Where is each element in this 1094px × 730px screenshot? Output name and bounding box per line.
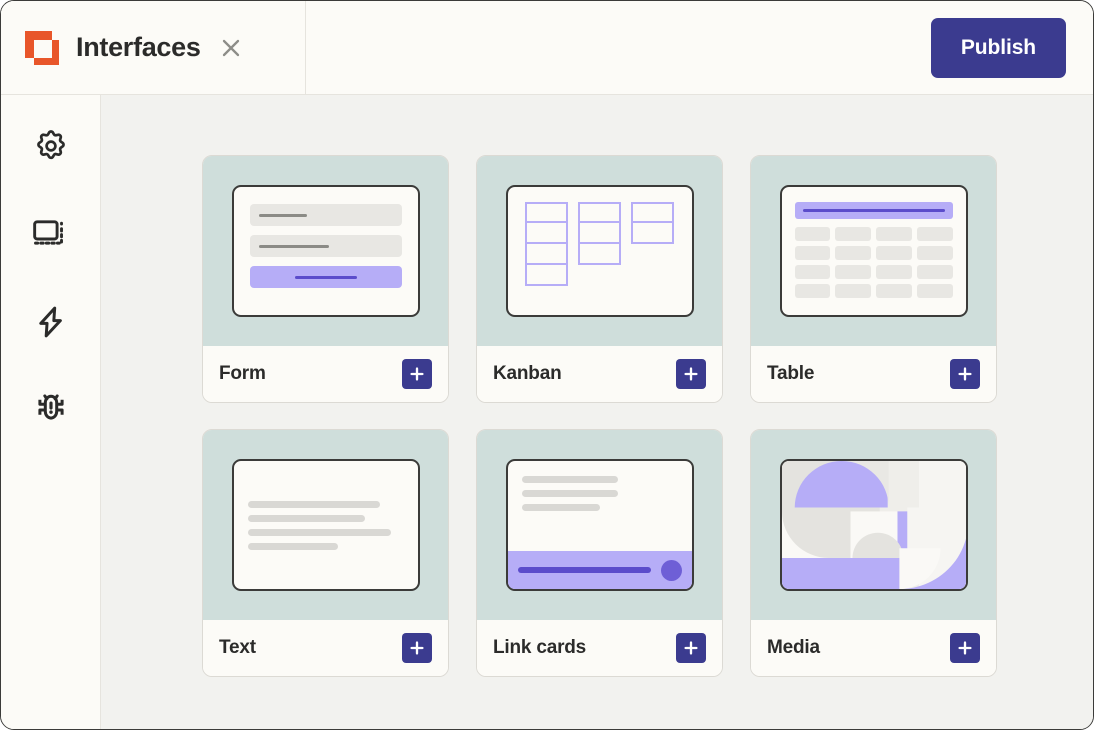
add-template-button-text[interactable]: [402, 633, 432, 663]
sidebar: [1, 95, 101, 729]
table-row: [795, 284, 953, 298]
publish-button[interactable]: Publish: [931, 18, 1066, 78]
media-abstract-pattern: [782, 461, 966, 589]
add-template-button-table[interactable]: [950, 359, 980, 389]
table-row: [795, 227, 953, 241]
template-footer: Text: [203, 620, 448, 676]
sidebar-item-automations[interactable]: [28, 301, 74, 347]
template-footer: Media: [751, 620, 996, 676]
add-template-button-link-cards[interactable]: [676, 633, 706, 663]
plus-icon: [408, 639, 426, 657]
header-actions: Publish: [306, 1, 1093, 94]
template-label: Table: [767, 363, 814, 385]
table-header-row: [795, 202, 953, 219]
kanban-column: [631, 202, 674, 244]
template-card-link-cards[interactable]: Link cards: [476, 429, 723, 677]
close-icon[interactable]: [218, 35, 244, 61]
template-card-text[interactable]: Text: [202, 429, 449, 677]
header-bar: Interfaces Publish: [1, 1, 1093, 95]
template-preview-table: [751, 156, 996, 346]
template-preview-form: [203, 156, 448, 346]
plus-icon: [682, 639, 700, 657]
form-field-row: [250, 204, 402, 226]
interfaces-square-logo-icon: [23, 29, 61, 67]
template-label: Kanban: [493, 363, 561, 385]
template-label: Media: [767, 637, 820, 659]
kanban-column: [525, 202, 568, 286]
template-preview-kanban: [477, 156, 722, 346]
template-preview-text: [203, 430, 448, 620]
table-preview-screen: [780, 185, 968, 317]
template-footer: Form: [203, 346, 448, 402]
template-footer: Table: [751, 346, 996, 402]
bug-alert-icon: [33, 392, 69, 433]
plus-icon: [956, 365, 974, 383]
template-footer: Link cards: [477, 620, 722, 676]
kanban-preview-screen: [506, 185, 694, 317]
sidebar-item-settings[interactable]: [28, 125, 74, 171]
template-label: Form: [219, 363, 266, 385]
form-submit-row: [250, 266, 402, 288]
lightning-bolt-icon: [34, 305, 68, 344]
tab-title: Interfaces: [76, 32, 201, 63]
template-grid: Form: [101, 95, 1093, 677]
form-preview-screen: [232, 185, 420, 317]
plus-icon: [956, 639, 974, 657]
kanban-column: [578, 202, 621, 265]
sidebar-item-debug[interactable]: [28, 389, 74, 435]
template-canvas: Form: [101, 95, 1093, 729]
media-preview-screen: [780, 459, 968, 591]
gear-icon: [34, 129, 68, 168]
screen-dashed-icon: [33, 217, 69, 256]
template-card-form[interactable]: Form: [202, 155, 449, 403]
app-window: Interfaces Publish: [0, 0, 1094, 730]
table-row: [795, 246, 953, 260]
tab-interfaces[interactable]: Interfaces: [1, 1, 306, 94]
form-field-row: [250, 235, 402, 257]
plus-icon: [408, 365, 426, 383]
template-card-table[interactable]: Table: [750, 155, 997, 403]
link-card-avatar-dot: [661, 560, 682, 581]
template-card-kanban[interactable]: Kanban: [476, 155, 723, 403]
template-label: Text: [219, 637, 256, 659]
link-cards-preview-screen: [506, 459, 694, 591]
add-template-button-form[interactable]: [402, 359, 432, 389]
plus-icon: [682, 365, 700, 383]
template-label: Link cards: [493, 637, 586, 659]
sidebar-item-layout[interactable]: [28, 213, 74, 259]
add-template-button-media[interactable]: [950, 633, 980, 663]
table-row: [795, 265, 953, 279]
template-card-media[interactable]: Media: [750, 429, 997, 677]
template-preview-link-cards: [477, 430, 722, 620]
template-preview-media: [751, 430, 996, 620]
text-preview-screen: [232, 459, 420, 591]
link-card-band: [508, 551, 692, 589]
template-footer: Kanban: [477, 346, 722, 402]
add-template-button-kanban[interactable]: [676, 359, 706, 389]
